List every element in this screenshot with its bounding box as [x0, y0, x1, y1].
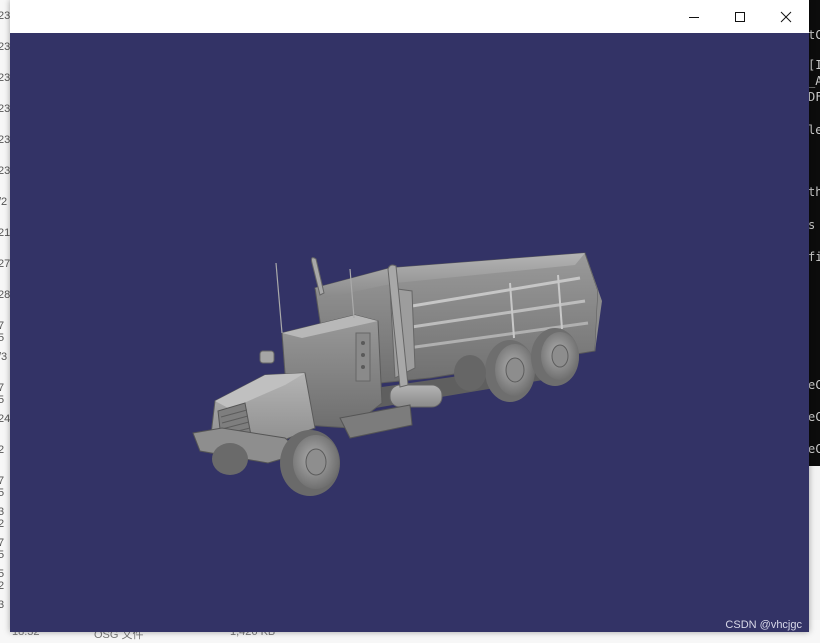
osg-viewer-window: CSDN @vhcjgc [10, 0, 809, 632]
background-fragment: 27 [0, 258, 11, 270]
background-fragment: 23 [0, 134, 11, 146]
console-fragment: _A [808, 74, 820, 88]
console-fragment: s [808, 218, 816, 232]
background-fragment: 28 [0, 289, 11, 301]
background-fragment: 23 [0, 72, 11, 84]
watermark-text: CSDN @vhcjgc [725, 619, 802, 631]
background-explorer-right [808, 466, 820, 643]
console-fragment: tC [808, 28, 820, 42]
console-fragment: [I [808, 58, 820, 72]
background-fragment: 23 [0, 10, 11, 22]
console-fragment: eC [808, 378, 820, 392]
background-fragment: 23 [0, 41, 11, 53]
console-fragment: DF [808, 90, 820, 104]
maximize-button[interactable] [717, 0, 763, 33]
background-fragment: 21 [0, 227, 11, 239]
background-fragment: 23 [0, 165, 11, 177]
console-fragment: fi [808, 250, 820, 264]
background-fragment: 23 [0, 103, 11, 115]
close-button[interactable] [763, 0, 809, 33]
minimize-button[interactable] [671, 0, 717, 33]
background-fragment: /3 [0, 351, 8, 363]
background-fragment: 3 [0, 599, 5, 611]
close-icon [780, 11, 792, 22]
maximize-icon [735, 11, 745, 22]
console-fragment: eC [808, 410, 820, 424]
3d-viewport[interactable]: CSDN @vhcjgc [10, 33, 809, 632]
minimize-icon [689, 16, 699, 18]
dump-truck-model [192, 252, 602, 496]
background-fragment: 24 [0, 413, 11, 425]
console-fragment: le [808, 123, 820, 137]
background-console: tC [I _A DF le th s fi eC eC eC [808, 0, 820, 466]
background-fragment: 2 [0, 444, 5, 456]
console-fragment: th [808, 185, 820, 199]
title-bar[interactable] [10, 0, 809, 33]
background-fragment: /2 [0, 196, 8, 208]
console-fragment: eC [808, 442, 820, 456]
